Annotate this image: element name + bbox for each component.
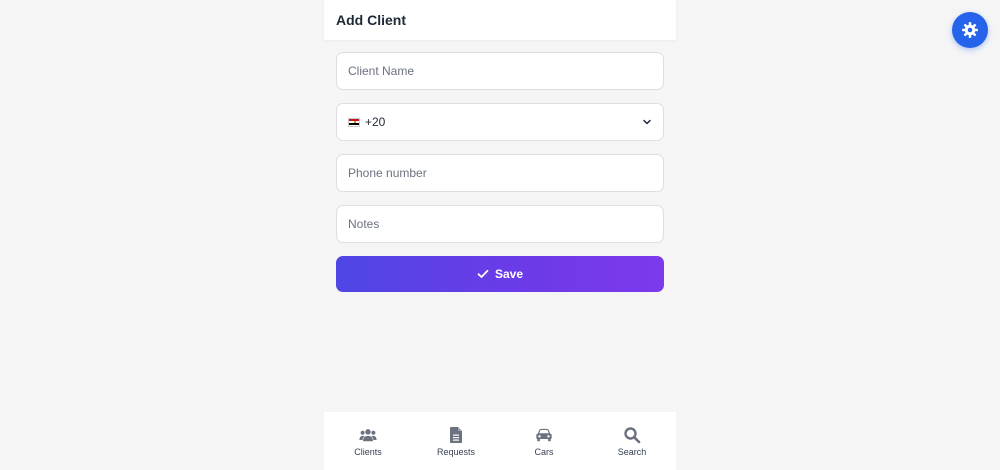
nav-item-search[interactable]: Search bbox=[588, 426, 676, 457]
country-code-value: +20 bbox=[365, 115, 386, 129]
client-name-field bbox=[336, 52, 664, 90]
notes-input[interactable] bbox=[348, 206, 652, 242]
nav-item-cars[interactable]: Cars bbox=[500, 426, 588, 457]
country-code-select[interactable]: +20 bbox=[336, 103, 664, 141]
save-button-label: Save bbox=[494, 267, 524, 281]
nav-item-requests[interactable]: Requests bbox=[412, 426, 500, 457]
users-icon bbox=[359, 428, 377, 441]
search-icon bbox=[624, 426, 641, 443]
country-code-display: +20 bbox=[348, 115, 385, 129]
settings-button[interactable] bbox=[952, 12, 988, 48]
nav-label-search: Search bbox=[617, 446, 647, 457]
chevron-down-icon bbox=[643, 119, 651, 125]
phone-number-input[interactable] bbox=[348, 155, 652, 191]
check-icon bbox=[477, 269, 489, 278]
save-button[interactable]: Save bbox=[336, 256, 664, 292]
notes-field bbox=[336, 205, 664, 243]
document-icon bbox=[450, 426, 462, 443]
phone-number-field bbox=[336, 154, 664, 192]
page-title: Add Client bbox=[336, 12, 406, 28]
egypt-flag-icon bbox=[348, 117, 360, 127]
gear-icon bbox=[962, 22, 978, 38]
nav-label-cars: Cars bbox=[534, 446, 554, 457]
app-container: Add Client +20 Save bbox=[324, 0, 676, 470]
bottom-navigation: Clients Requests Cars Search bbox=[324, 412, 676, 470]
nav-label-clients: Clients bbox=[354, 446, 382, 457]
nav-label-requests: Requests bbox=[436, 446, 476, 457]
add-client-form: +20 Save bbox=[336, 52, 664, 292]
car-icon bbox=[536, 428, 552, 441]
page-header: Add Client bbox=[324, 0, 676, 40]
nav-item-clients[interactable]: Clients bbox=[324, 426, 412, 457]
client-name-input[interactable] bbox=[348, 53, 652, 89]
